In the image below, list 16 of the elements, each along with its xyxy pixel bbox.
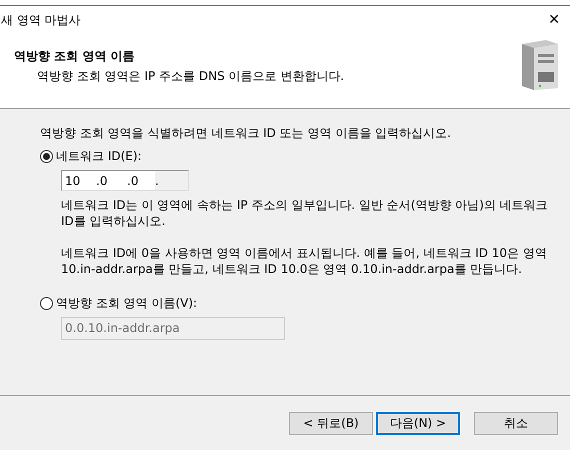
help-text: 네트워크 ID는 이 영역에 속하는 IP 주소의 일부입니다. 일반 순서(역방향 아님)의 네트워크 ID를 입력하십시오.	[61, 197, 549, 229]
wizard-button[interactable]: 다음(N) >	[376, 412, 460, 434]
wizard-button[interactable]: < 뒤로(B)	[289, 412, 373, 434]
page-description: 역방향 조회 영역은 IP 주소를 DNS 이름으로 변환합니다.	[36, 68, 344, 85]
close-button[interactable]: ✕	[538, 12, 570, 28]
page-heading: 역방향 조회 영역 이름	[14, 48, 136, 65]
wizard-button[interactable]: 취소	[474, 412, 558, 434]
radio-label[interactable]: 네트워크 ID(E):	[56, 148, 142, 165]
radio-button[interactable]	[40, 297, 53, 310]
instruction-text: 역방향 조회 영역을 식별하려면 네트워크 ID 또는 영역 이름을 입력하십시오.	[40, 125, 452, 142]
radio-button[interactable]	[40, 150, 53, 163]
help-text: 네트워크 ID에 0을 사용하면 영역 이름에서 표시됩니다. 예를 들어, 네트워크 ID 10은 영역 10.in-addr.arpa를 만들고, 네트워크 ID 10.0은 영역 0.10.in-addr.arpa를 만듭니다.	[61, 245, 548, 277]
window-title: 새 영역 마법사	[0, 12, 81, 28]
ip-address-field[interactable]: 10 .0 .0 .	[61, 170, 189, 191]
radio-label[interactable]: 역방향 조회 영역 이름(V):	[56, 295, 198, 312]
zone-name-field[interactable]: 0.0.10.in-addr.arpa	[61, 317, 285, 340]
